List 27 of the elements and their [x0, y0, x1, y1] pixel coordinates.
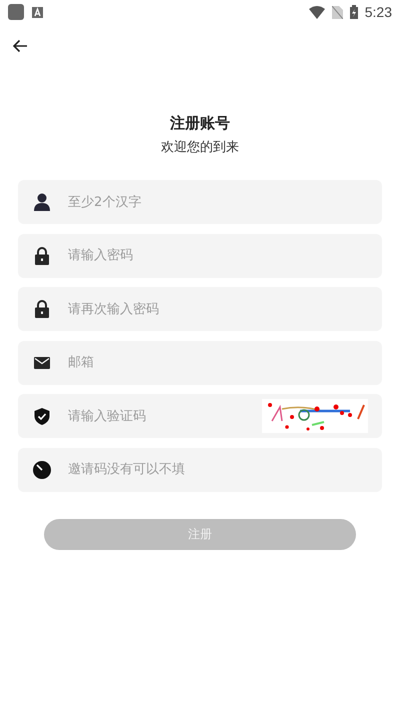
- input-field[interactable]: 请再次输入密码: [18, 287, 382, 331]
- input-field[interactable]: 邀请码没有可以不填: [18, 448, 382, 492]
- lock-icon: [33, 300, 51, 318]
- notification-icon: [32, 6, 43, 18]
- page-title: 注册账号: [169, 114, 231, 133]
- text-input[interactable]: 邀请码没有可以不填: [66, 461, 382, 478]
- input-field[interactable]: 请输入验证码: [18, 394, 382, 438]
- text-input[interactable]: 邮箱: [66, 354, 382, 371]
- no-sim-icon: [332, 6, 343, 18]
- person-icon: [33, 193, 51, 211]
- input-field[interactable]: 请输入密码: [18, 234, 382, 278]
- text-input[interactable]: 请输入验证码: [66, 408, 262, 424]
- input-field[interactable]: 邮箱: [18, 340, 382, 384]
- back-arrow-icon[interactable]: [12, 39, 28, 53]
- lock-icon: [33, 246, 51, 264]
- wifi-icon: [308, 6, 325, 18]
- text-input[interactable]: 请输入密码: [66, 247, 382, 264]
- input-field[interactable]: 至少2个汉字: [18, 180, 382, 224]
- mail-icon: [33, 356, 51, 368]
- battery-icon: [350, 5, 358, 19]
- text-input[interactable]: 请再次输入密码: [66, 300, 382, 318]
- app-icon: [8, 4, 24, 20]
- status-time: 5:23: [364, 4, 392, 20]
- page-subtitle: 欢迎您的到来: [160, 139, 240, 156]
- clock-icon: [33, 460, 51, 478]
- text-input[interactable]: 至少2个汉字: [66, 194, 382, 210]
- shield-check-icon: [33, 408, 51, 424]
